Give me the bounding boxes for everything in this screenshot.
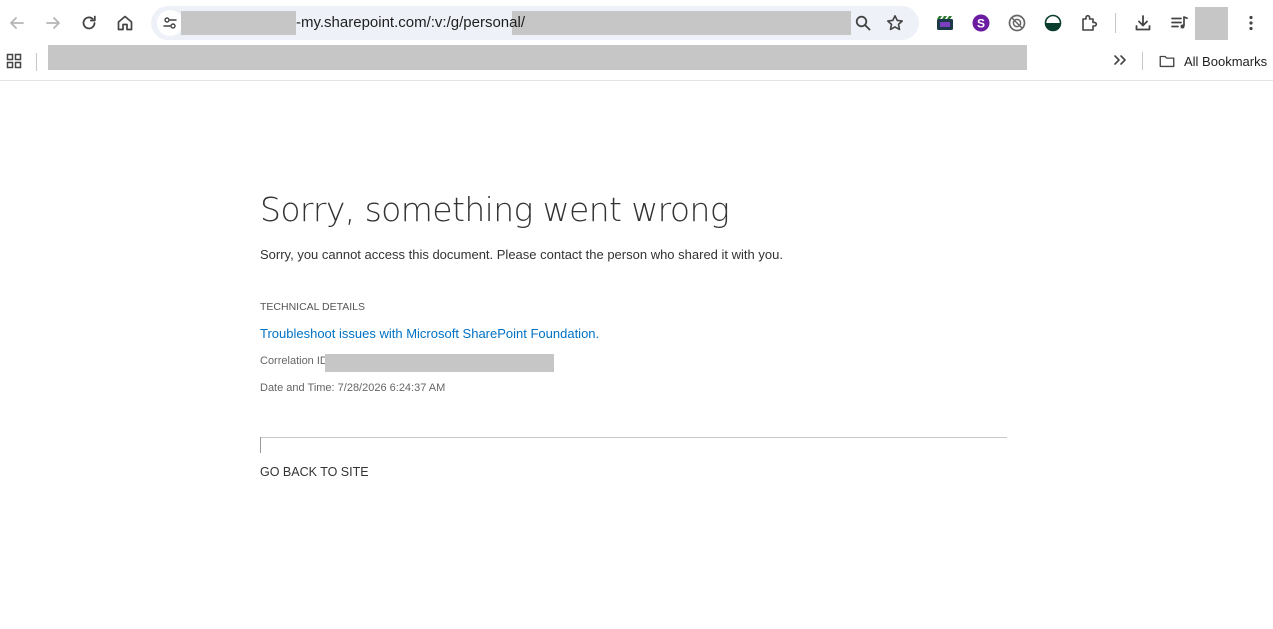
magnifier-icon xyxy=(855,15,871,31)
svg-text:S: S xyxy=(977,17,985,31)
kebab-menu-icon xyxy=(1249,15,1253,31)
star-icon xyxy=(887,15,903,31)
profile-avatar[interactable] xyxy=(1195,7,1228,40)
downloads-button[interactable] xyxy=(1132,12,1154,34)
browser-menu-button[interactable] xyxy=(1240,12,1262,34)
playlist-icon xyxy=(1171,16,1188,29)
divider xyxy=(260,437,1007,438)
extensions-button[interactable] xyxy=(1078,12,1100,34)
site-info-button[interactable] xyxy=(157,10,183,36)
page-title: Sorry, something went wrong xyxy=(260,190,730,229)
bookmark-star-button[interactable] xyxy=(879,7,911,39)
divider-tick xyxy=(260,437,261,453)
apps-button[interactable] xyxy=(0,45,30,77)
redacted-url-prefix xyxy=(181,11,296,35)
forward-button[interactable] xyxy=(37,7,69,39)
bookmarks-separator-2 xyxy=(1142,52,1143,70)
browser-toolbar: -my.sharepoint.com/:v:/g/personal/ S xyxy=(0,0,1273,45)
toolbar-separator xyxy=(1115,13,1116,33)
s-circle-icon: S xyxy=(972,14,990,32)
extension-blocker[interactable] xyxy=(1006,12,1028,34)
home-icon xyxy=(117,15,133,31)
extension-s[interactable]: S xyxy=(970,12,992,34)
tune-icon xyxy=(163,17,177,29)
clapperboard-icon xyxy=(937,16,953,30)
arrow-right-icon xyxy=(46,17,60,29)
reload-icon xyxy=(82,15,96,30)
home-button[interactable] xyxy=(109,7,141,39)
address-bar[interactable] xyxy=(151,6,919,40)
error-message: Sorry, you cannot access this document. … xyxy=(260,247,783,262)
redacted-url-suffix xyxy=(512,11,851,35)
reload-button[interactable] xyxy=(73,7,105,39)
redacted-correlation-id xyxy=(325,354,554,372)
troubleshoot-link[interactable]: Troubleshoot issues with Microsoft Share… xyxy=(260,326,599,341)
date-time-text: Date and Time: 7/28/2026 6:24:37 AM xyxy=(260,382,446,394)
double-chevron-icon xyxy=(1114,55,1126,65)
redacted-bookmarks xyxy=(48,45,1027,70)
bookmarks-overflow-button[interactable] xyxy=(1104,44,1136,76)
no-entry-circle-icon xyxy=(1008,14,1026,32)
arrow-left-icon xyxy=(10,17,24,29)
download-icon xyxy=(1135,15,1151,31)
folder-icon xyxy=(1159,55,1175,68)
extension-clapperboard[interactable] xyxy=(934,12,956,34)
technical-details-heading: TECHNICAL DETAILS xyxy=(260,301,366,313)
all-bookmarks-label: All Bookmarks xyxy=(1184,53,1268,69)
go-back-to-site-link[interactable]: GO BACK TO SITE xyxy=(260,465,369,479)
reading-list-button[interactable] xyxy=(1168,12,1190,34)
back-button[interactable] xyxy=(1,7,33,39)
apps-grid-icon xyxy=(6,53,22,69)
zoom-button[interactable] xyxy=(847,7,879,39)
half-circle-icon xyxy=(1044,14,1062,32)
bookmarks-bar: All Bookmarks xyxy=(0,45,1273,81)
extension-half-circle[interactable] xyxy=(1042,12,1064,34)
correlation-id-label: Correlation ID xyxy=(260,355,328,367)
bookmarks-separator xyxy=(36,53,37,71)
all-bookmarks-button[interactable]: All Bookmarks xyxy=(1158,52,1267,70)
puzzle-icon xyxy=(1082,14,1098,31)
url-text[interactable]: -my.sharepoint.com/:v:/g/personal/ xyxy=(296,14,525,31)
